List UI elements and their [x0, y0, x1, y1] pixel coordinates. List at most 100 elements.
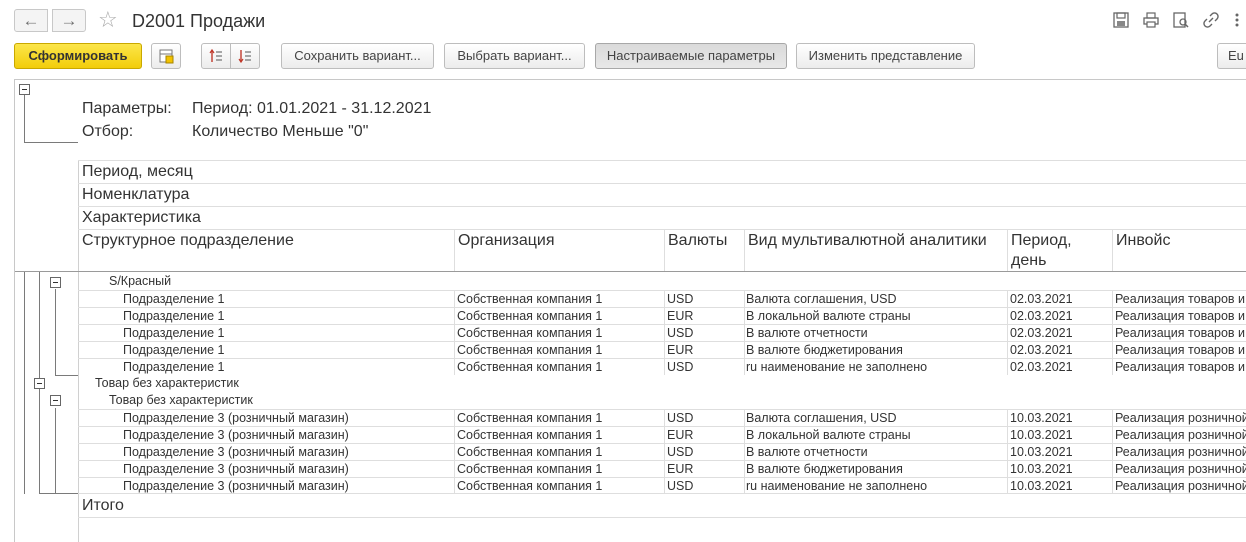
cell-currency[interactable]: EUR [667, 308, 693, 325]
cell-currency[interactable]: USD [667, 325, 693, 342]
collapse-params-icon[interactable] [19, 84, 30, 95]
language-button[interactable]: Eu [1217, 43, 1246, 69]
grouping-period-month: Период, месяц [82, 163, 193, 180]
collapse-group2-sub-icon[interactable] [50, 395, 61, 406]
cell-period-day[interactable]: 10.03.2021 [1010, 427, 1073, 444]
cell-analytics-type[interactable]: В локальной валюте страны [746, 427, 911, 444]
cell-division[interactable]: Подразделение 3 (розничный магазин) [123, 444, 349, 461]
cell-organization[interactable]: Собственная компания 1 [457, 325, 602, 342]
cell-currency[interactable]: EUR [667, 342, 693, 359]
cell-division[interactable]: Подразделение 3 (розничный магазин) [123, 461, 349, 478]
cell-period-day[interactable]: 02.03.2021 [1010, 359, 1073, 376]
cell-invoice[interactable]: Реализация розничной [1115, 410, 1246, 427]
cell-division[interactable]: Подразделение 1 [123, 342, 225, 359]
link-icon[interactable] [1202, 11, 1220, 29]
report-settings-button[interactable] [151, 43, 181, 69]
grouping-nomenclature: Номенклатура [82, 186, 190, 203]
cell-division[interactable]: Подразделение 1 [123, 291, 225, 308]
report-settings-icon [159, 49, 174, 64]
params-value: Период: 01.01.2021 - 31.12.2021 [192, 100, 432, 117]
cell-analytics-type[interactable]: Валюта соглашения, USD [746, 291, 897, 308]
cell-organization[interactable]: Собственная компания 1 [457, 291, 602, 308]
cell-organization[interactable]: Собственная компания 1 [457, 410, 602, 427]
cell-period-day[interactable]: 02.03.2021 [1010, 325, 1073, 342]
column-header-period-day-line1[interactable]: Период, [1011, 231, 1072, 251]
collapse-group1-icon[interactable] [50, 277, 61, 288]
cell-invoice[interactable]: Реализация розничной [1115, 461, 1246, 478]
cell-invoice[interactable]: Реализация товаров и [1115, 359, 1246, 376]
cell-currency[interactable]: USD [667, 359, 693, 376]
cell-currency[interactable]: USD [667, 291, 693, 308]
sort-descending-icon [238, 50, 251, 64]
cell-currency[interactable]: EUR [667, 427, 693, 444]
cell-organization[interactable]: Собственная компания 1 [457, 308, 602, 325]
more-menu-icon[interactable] [1232, 11, 1242, 29]
cell-organization[interactable]: Собственная компания 1 [457, 444, 602, 461]
cell-division[interactable]: Подразделение 3 (розничный магазин) [123, 427, 349, 444]
page-title: D2001 Продажи [132, 11, 266, 31]
preview-icon[interactable] [1172, 11, 1190, 29]
cell-division[interactable]: Подразделение 1 [123, 308, 225, 325]
custom-params-button[interactable]: Настраиваемые параметры [595, 43, 787, 69]
choose-variant-button[interactable]: Выбрать вариант... [444, 43, 585, 69]
cell-organization[interactable]: Собственная компания 1 [457, 427, 602, 444]
total-label: Итого [82, 497, 124, 514]
cell-analytics-type[interactable]: В валюте отчетности [746, 325, 868, 342]
cell-currency[interactable]: USD [667, 444, 693, 461]
group-sub-label-no-characteristic: Товар без характеристик [109, 393, 253, 407]
cell-analytics-type[interactable]: В локальной валюте страны [746, 308, 911, 325]
cell-analytics-type[interactable]: В валюте бюджетирования [746, 342, 903, 359]
group-label-no-characteristic: Товар без характеристик [95, 376, 239, 390]
generate-button[interactable]: Сформировать [14, 43, 142, 69]
cell-currency[interactable]: USD [667, 410, 693, 427]
cell-organization[interactable]: Собственная компания 1 [457, 359, 602, 376]
sort-ascending-icon [209, 48, 222, 62]
save-variant-button[interactable]: Сохранить вариант... [281, 43, 434, 69]
column-header-organization[interactable]: Организация [458, 231, 555, 251]
arrow-left-icon: ← [22, 11, 40, 30]
cell-invoice[interactable]: Реализация товаров и [1115, 325, 1246, 342]
cell-currency[interactable]: EUR [667, 461, 693, 478]
column-header-currency[interactable]: Валюты [668, 231, 727, 251]
collapse-group2-icon[interactable] [34, 378, 45, 389]
cell-analytics-type[interactable]: Валюта соглашения, USD [746, 410, 897, 427]
cell-invoice[interactable]: Реализация товаров и [1115, 291, 1246, 308]
cell-organization[interactable]: Собственная компания 1 [457, 342, 602, 359]
forward-button[interactable]: → [52, 9, 86, 32]
cell-analytics-type[interactable]: ru наименование не заполнено [746, 359, 927, 376]
title-bar: ← → ☆ D2001 Продажи [0, 0, 1246, 42]
cell-period-day[interactable]: 10.03.2021 [1010, 410, 1073, 427]
cell-invoice[interactable]: Реализация товаров и [1115, 342, 1246, 359]
column-header-invoice[interactable]: Инвойс [1116, 231, 1171, 251]
arrow-right-icon: → [60, 11, 78, 30]
back-button[interactable]: ← [14, 9, 48, 32]
change-view-button[interactable]: Изменить представление [796, 43, 975, 69]
cell-invoice[interactable]: Реализация розничной [1115, 427, 1246, 444]
cell-division[interactable]: Подразделение 3 (розничный магазин) [123, 410, 349, 427]
cell-division[interactable]: Подразделение 1 [123, 359, 225, 376]
filter-value: Количество Меньше "0" [192, 123, 369, 140]
print-icon[interactable] [1142, 11, 1160, 29]
save-icon[interactable] [1112, 11, 1130, 29]
cell-period-day[interactable]: 10.03.2021 [1010, 461, 1073, 478]
sort-asc-button[interactable] [201, 43, 231, 69]
cell-period-day[interactable]: 02.03.2021 [1010, 342, 1073, 359]
column-header-analytics-type[interactable]: Вид мультивалютной аналитики [748, 231, 987, 251]
cell-period-day[interactable]: 10.03.2021 [1010, 444, 1073, 461]
favorite-star-icon[interactable]: ☆ [98, 8, 118, 32]
group-label-s-red: S/Красный [109, 274, 172, 288]
cell-division[interactable]: Подразделение 1 [123, 325, 225, 342]
column-header-division[interactable]: Структурное подразделение [82, 231, 294, 251]
params-label: Параметры: [82, 100, 172, 117]
sort-desc-button[interactable] [230, 43, 260, 69]
cell-analytics-type[interactable]: В валюте отчетности [746, 444, 868, 461]
cell-period-day[interactable]: 02.03.2021 [1010, 291, 1073, 308]
filter-label: Отбор: [82, 123, 134, 140]
cell-organization[interactable]: Собственная компания 1 [457, 461, 602, 478]
report-area: Параметры: Период: 01.01.2021 - 31.12.20… [14, 79, 1246, 542]
grouping-characteristic: Характеристика [82, 209, 201, 226]
cell-analytics-type[interactable]: В валюте бюджетирования [746, 461, 903, 478]
cell-invoice[interactable]: Реализация розничной [1115, 444, 1246, 461]
cell-invoice[interactable]: Реализация товаров и [1115, 308, 1246, 325]
cell-period-day[interactable]: 02.03.2021 [1010, 308, 1073, 325]
